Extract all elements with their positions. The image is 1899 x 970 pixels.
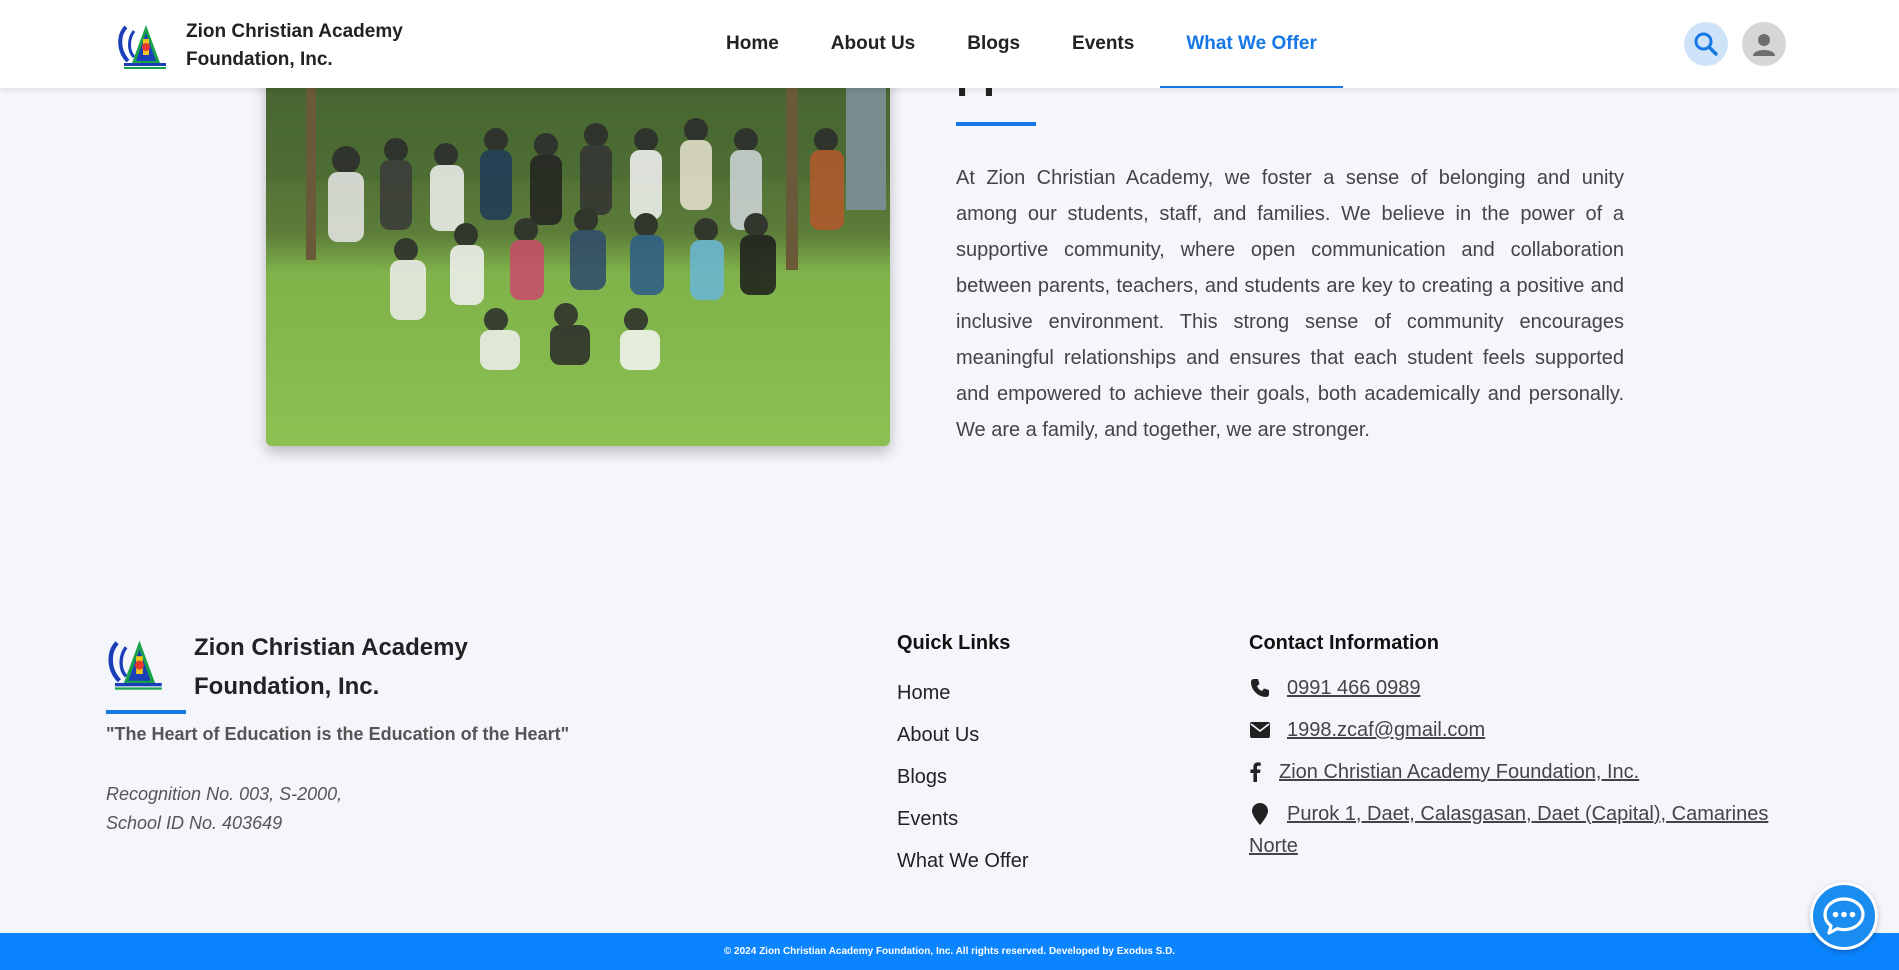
envelope-icon <box>1249 714 1271 746</box>
brand[interactable]: Zion Christian Academy Foundation, Inc. <box>116 18 426 74</box>
copyright-bar: © 2024 Zion Christian Academy Foundation… <box>0 933 1899 970</box>
phone-icon <box>1249 672 1271 704</box>
quick-links-title: Quick Links <box>897 632 1011 654</box>
nav-events[interactable]: Events <box>1046 0 1160 88</box>
contact-info-title: Contact Information <box>1249 632 1439 654</box>
contact-facebook: Zion Christian Academy Foundation, Inc. <box>1249 756 1769 788</box>
recognition-number: Recognition No. 003, S-2000, <box>106 784 343 804</box>
heading-underline <box>956 122 1036 126</box>
footer-brand-name: Zion Christian Academy Foundation, Inc. <box>194 634 468 700</box>
school-logo <box>118 25 166 69</box>
nav-what-we-offer[interactable]: What We Offer <box>1160 0 1343 88</box>
section-body: At Zion Christian Academy, we foster a s… <box>956 167 1624 441</box>
brand-name: Zion Christian Academy Foundation, Inc. <box>186 21 403 70</box>
nav-home[interactable]: Home <box>700 0 805 88</box>
footer-recognition: Recognition No. 003, S-2000, School ID N… <box>106 780 342 838</box>
nav-about-us[interactable]: About Us <box>805 0 941 88</box>
contact-phone: 0991 466 0989 <box>1249 672 1769 704</box>
community-photo <box>266 60 890 446</box>
contact-info-list: 0991 466 0989 1998.zcaf@gmail.com Zion C… <box>1249 672 1769 872</box>
main-nav: Home About Us Blogs Events What We Offer <box>700 0 1343 88</box>
group-photo-image <box>266 60 890 446</box>
quick-link-about-us[interactable]: About Us <box>897 714 1029 756</box>
chat-bubble-icon <box>1823 897 1865 935</box>
quick-link-blogs[interactable]: Blogs <box>897 756 1029 798</box>
address-link[interactable]: Purok 1, Daet, Calasgasan, Daet (Capital… <box>1249 803 1768 857</box>
contact-address: Purok 1, Daet, Calasgasan, Daet (Capital… <box>1249 798 1769 862</box>
phone-link[interactable]: 0991 466 0989 <box>1287 672 1420 704</box>
school-id: School ID No. 403649 <box>106 813 283 833</box>
user-icon <box>1753 34 1775 56</box>
quick-links-list: Home About Us Blogs Events What We Offer <box>897 672 1029 882</box>
email-link[interactable]: 1998.zcaf@gmail.com <box>1287 714 1485 746</box>
facebook-icon <box>1249 756 1261 788</box>
user-button[interactable] <box>1742 22 1786 66</box>
contact-email: 1998.zcaf@gmail.com <box>1249 714 1769 746</box>
search-icon <box>1694 32 1718 56</box>
facebook-link[interactable]: Zion Christian Academy Foundation, Inc. <box>1279 756 1639 788</box>
search-button[interactable] <box>1684 22 1728 66</box>
quick-link-home[interactable]: Home <box>897 672 1029 714</box>
nav-blogs[interactable]: Blogs <box>941 0 1046 88</box>
quick-link-events[interactable]: Events <box>897 798 1029 840</box>
footer-school-logo <box>108 640 162 690</box>
footer-brand-underline <box>106 710 186 714</box>
footer-tagline: "The Heart of Education is the Education… <box>106 724 570 744</box>
copyright-text: © 2024 Zion Christian Academy Foundation… <box>723 946 1176 957</box>
chat-button[interactable] <box>1810 882 1878 950</box>
map-marker-icon <box>1249 798 1271 830</box>
quick-link-what-we-offer[interactable]: What We Offer <box>897 840 1029 882</box>
site-header: Zion Christian Academy Foundation, Inc. … <box>0 0 1899 88</box>
